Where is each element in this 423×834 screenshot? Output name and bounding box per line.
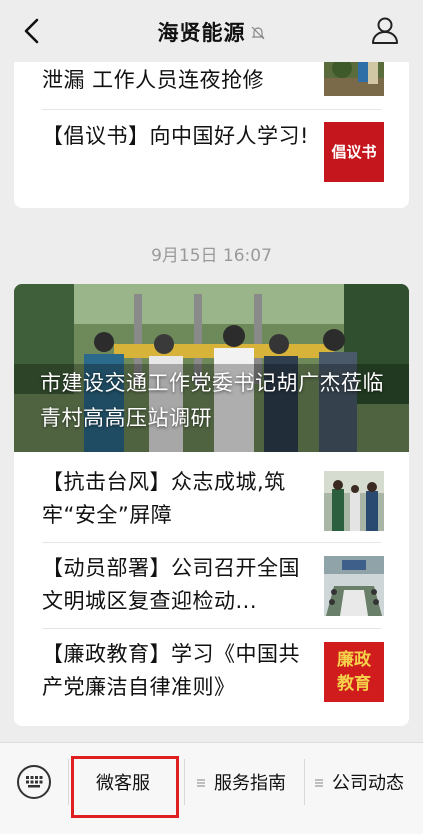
menu-item-label: 公司动态 [332, 773, 404, 794]
proposal-badge: 倡议书 [324, 122, 384, 182]
list-item[interactable]: 【廉政教育】学习《中国共产党廉洁自律准则》 [42, 638, 311, 704]
highlight-box [71, 756, 179, 818]
people-standing-photo[interactable] [324, 471, 384, 531]
list-item[interactable]: 【动员部署】公司召开全国文明城区复查迎检动... [42, 552, 311, 618]
article-title: 【倡议书】向中国好人学习! [42, 124, 309, 148]
hero-title: 市建设交通工作党委书记胡广杰莅临青村高高压站调研 [40, 371, 384, 430]
article-title: 泄漏 工作人员连夜抢修 [42, 68, 265, 92]
divider [42, 542, 381, 543]
message-timestamp: 9月15日 16:07 [151, 246, 272, 266]
menu-item-service-guide[interactable]: 服务指南 [196, 769, 286, 795]
integrity-education-thumbnail[interactable]: 廉政 教育 [324, 642, 384, 702]
message-card: 市建设交通工作党委书记胡广杰莅临青村高高压站调研 【抗击台风】众志成城,筑牢“安… [14, 284, 409, 726]
divider [42, 109, 381, 110]
integrity-badge: 廉政 教育 [324, 642, 384, 702]
badge-line: 教育 [337, 674, 371, 694]
divider [42, 628, 381, 629]
menu-divider [68, 759, 69, 805]
submenu-icon [315, 779, 323, 787]
badge-line: 廉政 [337, 650, 371, 670]
bottom-menu-bar: 微客服 服务指南 公司动态 [0, 742, 423, 834]
menu-divider [184, 759, 185, 805]
list-item[interactable]: 【抗击台风】众志成城,筑牢“安全”屏障 [42, 466, 311, 532]
meeting-room-photo[interactable] [324, 556, 384, 616]
hero-article[interactable]: 市建设交通工作党委书记胡广杰莅临青村高高压站调研 [14, 284, 409, 452]
message-card-previous: 泄漏 工作人员连夜抢修 【倡议书】向中国好人学习! 倡议书 [14, 48, 409, 208]
list-item[interactable]: 【倡议书】向中国好人学习! [42, 120, 311, 153]
bell-muted-icon [251, 26, 264, 40]
menu-item-company-news[interactable]: 公司动态 [314, 769, 404, 795]
article-title: 【廉政教育】学习《中国共产党廉洁自律准则》 [42, 642, 300, 699]
list-item[interactable]: 泄漏 工作人员连夜抢修 [42, 64, 311, 97]
article-title: 【抗击台风】众志成城,筑牢“安全”屏障 [42, 470, 286, 527]
menu-divider [304, 759, 305, 805]
proposal-thumbnail[interactable]: 倡议书 [324, 122, 384, 182]
user-profile-icon[interactable] [369, 14, 401, 46]
menu-item-label: 服务指南 [214, 773, 286, 794]
top-nav-bar: 海贤能源 [0, 0, 423, 62]
submenu-icon [197, 779, 205, 787]
keyboard-icon[interactable] [17, 765, 51, 799]
article-title: 【动员部署】公司召开全国文明城区复查迎检动... [42, 556, 300, 613]
page-title: 海贤能源 [0, 17, 423, 47]
account-name: 海贤能源 [157, 21, 246, 45]
